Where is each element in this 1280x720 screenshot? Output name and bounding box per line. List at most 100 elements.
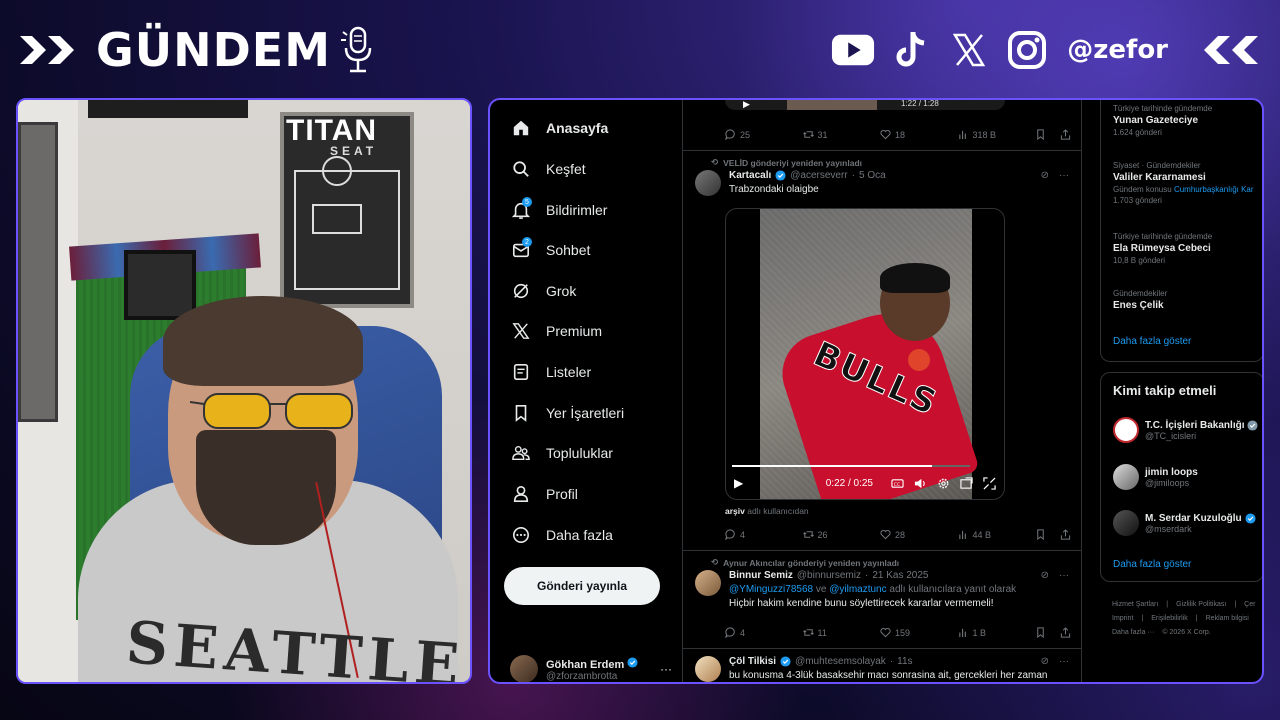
nav-more[interactable]: Daha fazla (512, 522, 613, 548)
author-name[interactable]: Çöl Tilkisi (729, 656, 776, 667)
settings-gear-icon[interactable] (937, 477, 950, 490)
nav-bookmarks[interactable]: Yer İşaretleri (512, 400, 624, 426)
play-icon[interactable]: ▶ (734, 476, 743, 490)
nav-label: Yer İşaretleri (546, 405, 625, 421)
bookmark-icon[interactable] (1035, 129, 1046, 140)
footer-link[interactable]: Gizlilik Politikası (1176, 601, 1226, 608)
more-dots-icon[interactable]: ··· (660, 662, 672, 676)
attribution-user[interactable]: arşiv (725, 506, 745, 516)
avatar[interactable] (695, 656, 721, 682)
tweet-date[interactable]: 11s (897, 656, 912, 667)
share-icon[interactable] (1060, 129, 1071, 140)
account-switcher[interactable]: Gökhan Erdem @zforzambrotta ··· (510, 652, 680, 682)
mention-link[interactable]: @yilmaztunc (829, 584, 886, 595)
follow-suggestion[interactable]: M. Serdar Kuzuloğlu @mserdark (1113, 510, 1256, 536)
nav-lists[interactable]: Listeler (512, 359, 591, 385)
reply-count: 25 (740, 129, 751, 140)
repost-button[interactable]: 11 (802, 627, 881, 638)
nav-explore[interactable]: Keşfet (512, 156, 586, 182)
more-icon[interactable]: ··· (1059, 656, 1069, 667)
nav-notifications[interactable]: 5 Bildirimler (512, 197, 607, 223)
nav-premium[interactable]: Premium (512, 318, 602, 344)
footer-link[interactable]: Reklam bilgisi (1206, 615, 1249, 622)
follow-suggestion[interactable]: T.C. İçişleri Bakanlığı @TC_icisleri (1113, 417, 1259, 443)
like-button[interactable]: 28 (880, 529, 958, 540)
repost-button[interactable]: 26 (802, 529, 881, 540)
trend-count: 10,8 B gönderi (1113, 256, 1166, 265)
nav-communities[interactable]: Topluluklar (512, 440, 613, 466)
grok-icon[interactable]: ⊘ (1041, 570, 1049, 581)
tweet-date[interactable]: 5 Oca (859, 170, 886, 181)
repost-button[interactable]: 31 (802, 129, 881, 140)
share-icon[interactable] (1060, 627, 1071, 638)
communities-icon (512, 445, 530, 461)
reply-button[interactable]: 25 (725, 129, 803, 140)
video-progress-bar[interactable] (732, 465, 970, 467)
footer-link[interactable]: Erişilebilirlik (1151, 615, 1188, 622)
suggestion-info: T.C. İçişleri Bakanlığı @TC_icisleri (1145, 420, 1259, 441)
reply-button[interactable]: 4 (725, 529, 803, 540)
avatar[interactable] (695, 170, 721, 196)
reply-icon (725, 529, 735, 540)
avatar[interactable] (695, 570, 721, 596)
like-button[interactable]: 159 (880, 627, 958, 638)
share-icon[interactable] (1060, 529, 1071, 540)
footer-link[interactable]: Hizmet Şartları (1112, 601, 1158, 608)
author-name[interactable]: Binnur Semiz (729, 570, 793, 581)
footer-sep: | (1195, 615, 1198, 622)
more-icon[interactable]: ··· (1059, 570, 1069, 581)
trends-card: Türkiye tarihinde gündemde Yunan Gazetec… (1100, 100, 1262, 362)
reply-button[interactable]: 4 (725, 627, 803, 638)
wall-frame-top (88, 100, 248, 118)
video-player[interactable]: BULLS ▶ 0:22 / 0:25 CC (725, 208, 1005, 500)
author-handle[interactable]: @acerseverr (790, 170, 847, 181)
footer-link[interactable]: Imprint (1112, 615, 1133, 622)
footer-link[interactable]: Çer (1244, 601, 1255, 608)
footer-link[interactable]: Daha fazla ··· (1112, 629, 1154, 636)
captions-icon[interactable]: CC (891, 477, 904, 490)
nav-grok[interactable]: Grok (512, 278, 576, 304)
views-button[interactable]: 318 B (958, 129, 1036, 140)
like-button[interactable]: 18 (880, 129, 958, 140)
trend-item[interactable]: Türkiye tarihinde gündemde Ela Rümeysa C… (1113, 232, 1212, 265)
volume-icon[interactable] (914, 477, 927, 490)
grok-icon[interactable]: ⊘ (1041, 170, 1049, 181)
trend-item[interactable]: Siyaset · Gündemdekiler Valiler Kararnam… (1113, 161, 1254, 205)
author-handle[interactable]: @binnursemiz (797, 570, 861, 581)
heart-icon (880, 530, 891, 540)
views-button[interactable]: 1 B (958, 627, 1036, 638)
post-button[interactable]: Gönderi yayınla (504, 567, 660, 605)
show-more-follow-link[interactable]: Daha fazla göster (1113, 559, 1191, 570)
play-icon[interactable]: ▶ (743, 100, 750, 110)
trend-item[interactable]: Türkiye tarihinde gündemde Yunan Gazetec… (1113, 104, 1212, 137)
nav-label: Premium (546, 323, 603, 339)
suggestion-handle: @jimiloops (1145, 477, 1190, 488)
reply-context: @YMinguzzi78568 ve @yilmaztunc adlı kull… (729, 584, 1069, 595)
nav-home[interactable]: Anasayfa (512, 115, 608, 141)
follow-suggestion[interactable]: jimin loops @jimiloops (1113, 464, 1198, 490)
trend-context-link[interactable]: Cumhurbaşkanlığı Kar (1174, 185, 1254, 194)
grok-icon[interactable]: ⊘ (1041, 656, 1049, 667)
nav-profile[interactable]: Profil (512, 481, 578, 507)
more-icon[interactable]: ··· (1059, 170, 1069, 181)
fullscreen-icon[interactable] (983, 476, 996, 490)
account-handle: @zforzambrotta (546, 670, 618, 682)
bookmark-icon[interactable] (1035, 529, 1046, 540)
repost-count: 11 (817, 627, 827, 638)
author-name[interactable]: Kartacalı (729, 170, 771, 181)
trend-category: Siyaset · Gündemdekiler (1113, 161, 1201, 170)
footer-copyright: © 2026 X Corp. (1162, 629, 1211, 636)
tweet-date[interactable]: 21 Kas 2025 (872, 570, 928, 581)
suggestion-handle: @TC_icisleri (1145, 430, 1197, 441)
show-more-trends-link[interactable]: Daha fazla göster (1113, 336, 1191, 347)
previous-video[interactable]: ▶ 1:22 / 1:28 (725, 100, 1005, 110)
views-button[interactable]: 44 B (958, 529, 1036, 540)
author-handle[interactable]: @muhtesemsolayak (795, 656, 886, 667)
mention-link[interactable]: @YMinguzzi78568 (729, 584, 813, 595)
tweet-meta: Kartacalı @acerseverr · 5 Oca ⊘ ··· (729, 170, 1069, 181)
picture-in-picture-icon[interactable] (960, 476, 973, 490)
bookmark-icon[interactable] (1035, 627, 1046, 638)
who-to-follow-title: Kimi takip etmeli (1113, 383, 1217, 398)
trend-item[interactable]: Gündemdekiler Enes Çelik (1113, 289, 1167, 311)
nav-messages[interactable]: 2 Sohbet (512, 237, 590, 263)
